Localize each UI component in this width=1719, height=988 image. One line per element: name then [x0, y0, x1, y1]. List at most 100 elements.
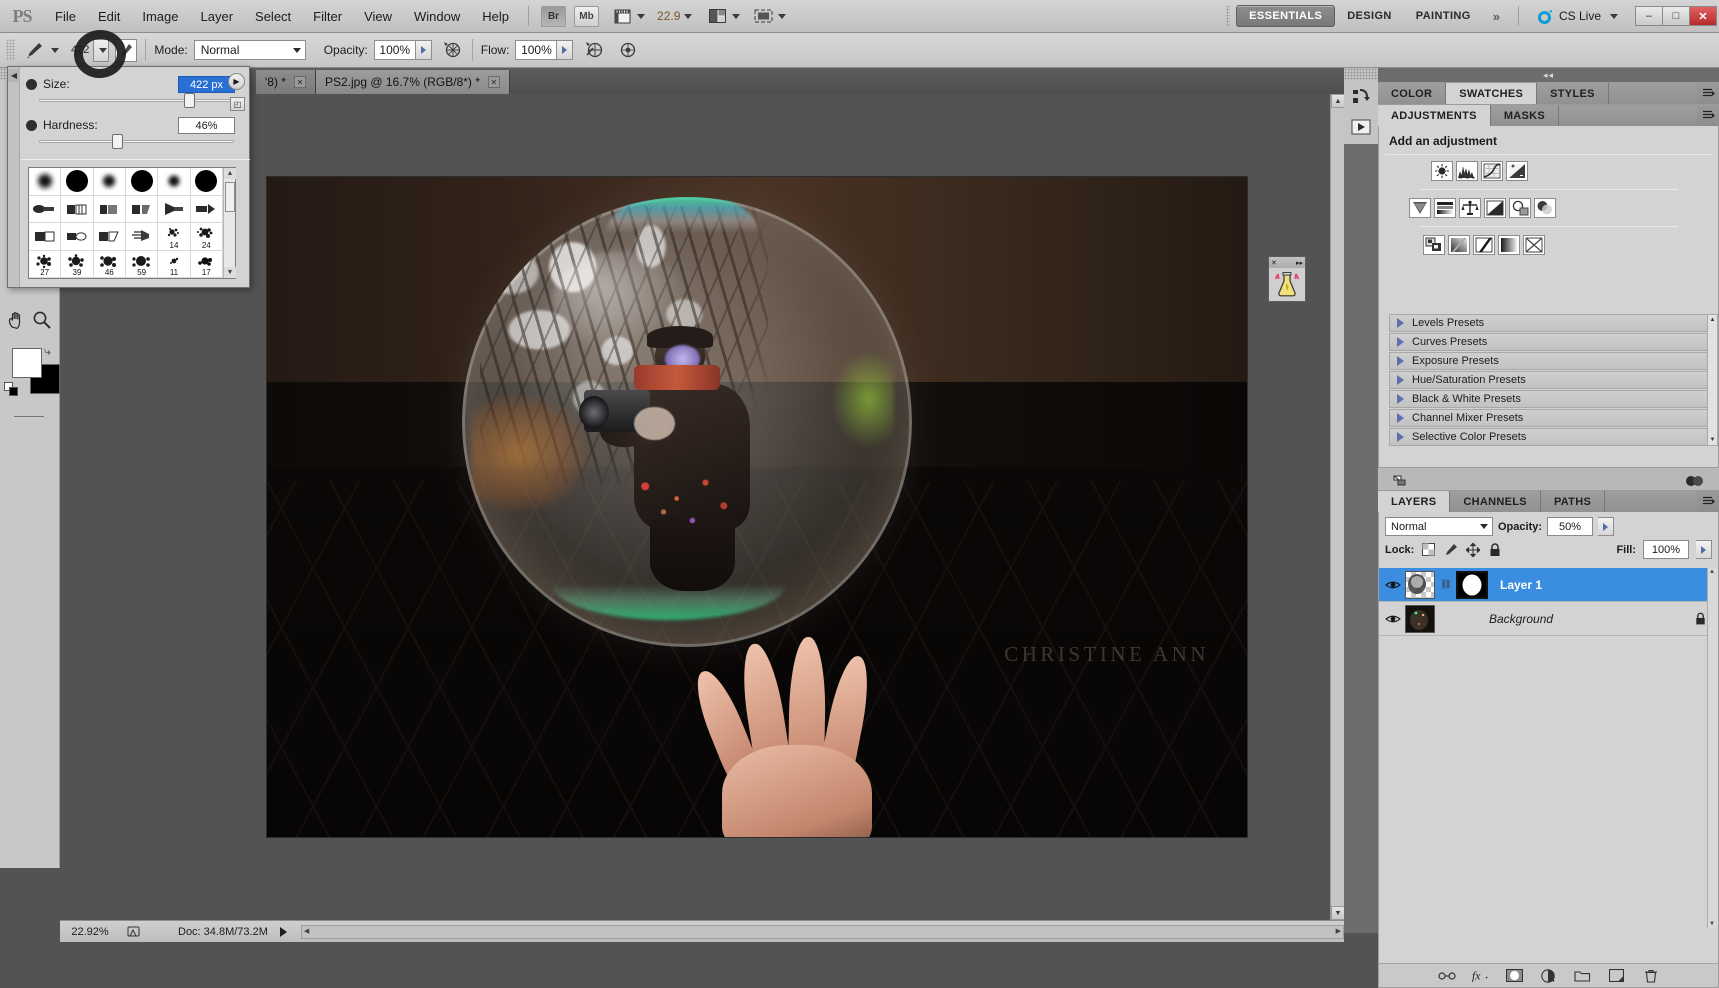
canvas-area[interactable]: CHRISTINE ANN ▲ ▼	[60, 94, 1344, 920]
document-image[interactable]: CHRISTINE ANN	[267, 177, 1247, 837]
cs-live-button[interactable]: CS Live	[1527, 8, 1628, 25]
brush-panel-collapse-icon[interactable]: ◀	[8, 69, 20, 82]
brush-preset-cell[interactable]: 14	[158, 223, 191, 251]
scroll-down-icon[interactable]: ▼	[1708, 435, 1717, 445]
panel-menu-icon[interactable]	[1697, 105, 1719, 126]
brightness-contrast-icon[interactable]	[1431, 161, 1453, 181]
layer-mask-link-icon[interactable]: ⛓	[1440, 579, 1451, 590]
window-close-button[interactable]: ✕	[1689, 6, 1717, 26]
menu-edit[interactable]: Edit	[87, 0, 131, 33]
brush-preset-cell[interactable]	[61, 168, 94, 196]
opacity-pressure-toggle-icon[interactable]	[440, 39, 464, 61]
tab-swatches[interactable]: SWATCHES	[1446, 83, 1538, 104]
table-row[interactable]: Background	[1379, 602, 1718, 636]
scroll-right-icon[interactable]: ▶	[1336, 927, 1341, 935]
brush-preset-cell[interactable]	[61, 195, 94, 223]
preview-icon[interactable]	[120, 925, 146, 938]
vibrance-icon[interactable]	[1409, 198, 1431, 218]
disclosure-triangle-icon[interactable]	[1397, 413, 1404, 423]
brush-preset-cell[interactable]: 17	[190, 250, 223, 278]
more-workspaces-icon[interactable]: »	[1483, 9, 1510, 24]
brush-panel-preset-manager-icon[interactable]: ◰	[230, 97, 245, 111]
curves-icon[interactable]	[1481, 161, 1503, 181]
preset-row-exposure[interactable]: Exposure Presets	[1389, 352, 1710, 370]
airbrush-mode-icon[interactable]	[615, 39, 639, 61]
scroll-left-icon[interactable]: ◀	[304, 927, 309, 935]
history-panel-icon[interactable]	[1344, 82, 1378, 112]
menu-window[interactable]: Window	[403, 0, 471, 33]
hand-tool-icon[interactable]	[5, 308, 29, 332]
brush-preset-grid[interactable]: 14 24 27 39 46 59 11 17	[29, 168, 223, 278]
view-extras-dropdown[interactable]	[611, 7, 646, 25]
options-bar-grip[interactable]	[6, 39, 15, 61]
brush-preset-cell[interactable]	[29, 223, 62, 251]
tab-color[interactable]: COLOR	[1378, 83, 1447, 104]
actions-panel-icon[interactable]	[1344, 112, 1378, 142]
gradient-map-icon[interactable]	[1498, 235, 1520, 255]
scroll-up-icon[interactable]: ▲	[1709, 569, 1715, 575]
expand-icon[interactable]: ▸▸	[1296, 259, 1303, 267]
brush-preset-cell[interactable]	[190, 168, 223, 196]
flow-pressure-toggle-icon[interactable]	[581, 39, 605, 61]
brush-preset-picker-button[interactable]	[93, 38, 110, 62]
brush-preset-cell[interactable]	[125, 195, 159, 223]
brush-preset-cell[interactable]	[158, 168, 191, 196]
brush-hardness-input[interactable]: 46%	[178, 117, 235, 134]
color-balance-icon[interactable]	[1459, 198, 1481, 218]
new-layer-icon[interactable]	[1608, 967, 1626, 985]
layer-fill-stepper[interactable]	[1696, 540, 1712, 559]
close-icon[interactable]: ✕	[293, 76, 306, 88]
panel-menu-icon[interactable]	[1697, 83, 1719, 104]
disclosure-triangle-icon[interactable]	[1397, 318, 1404, 328]
document-tab-active[interactable]: PS2.jpg @ 16.7% (RGB/8*) * ✕	[315, 70, 510, 94]
color-wheel-icon[interactable]	[1685, 475, 1705, 487]
layer-name[interactable]: Layer 1	[1500, 578, 1542, 592]
brush-panel-menu-icon[interactable]: ▶	[228, 73, 245, 90]
table-row[interactable]: ⛓ Layer 1	[1379, 568, 1718, 602]
brush-hardness-slider-track[interactable]	[39, 140, 234, 143]
selective-color-icon[interactable]	[1523, 235, 1545, 255]
menu-help[interactable]: Help	[471, 0, 520, 33]
status-options-icon[interactable]	[279, 926, 287, 937]
brush-preset-cell[interactable]: 27	[29, 250, 62, 278]
disclosure-triangle-icon[interactable]	[1397, 375, 1404, 385]
dock-collapse-button[interactable]: ◂◂	[1378, 68, 1719, 82]
menu-filter[interactable]: Filter	[302, 0, 353, 33]
tab-paths[interactable]: PATHS	[1540, 491, 1606, 512]
brush-preset-cell[interactable]	[158, 195, 191, 223]
floating-mini-window[interactable]: ✕ ▸▸	[1268, 256, 1306, 302]
workspace-grip[interactable]	[1226, 5, 1231, 27]
disclosure-triangle-icon[interactable]	[1397, 337, 1404, 347]
scroll-up-icon[interactable]: ▲	[224, 168, 236, 179]
opacity-stepper[interactable]	[415, 40, 432, 60]
new-group-icon[interactable]	[1574, 967, 1592, 985]
status-zoom-value[interactable]: 22.92%	[60, 926, 120, 938]
layer-style-icon[interactable]: fx	[1472, 967, 1490, 985]
preset-row-black-white[interactable]: Black & White Presets	[1389, 390, 1710, 408]
toggle-brush-panel-button[interactable]	[115, 38, 138, 62]
brush-preset-cell[interactable]: 39	[61, 250, 94, 278]
flask-icon[interactable]	[1269, 268, 1305, 302]
scroll-down-icon[interactable]: ▼	[224, 267, 236, 278]
canvas-horizontal-scrollbar[interactable]: ◀ ▶	[300, 924, 1344, 939]
mini-window-titlebar[interactable]: ✕ ▸▸	[1269, 257, 1305, 268]
invert-icon[interactable]	[1423, 235, 1445, 255]
swap-colors-icon[interactable]: ⤷	[44, 344, 51, 359]
brush-preset-cell[interactable]	[29, 195, 62, 223]
window-restore-button[interactable]: □	[1662, 6, 1690, 26]
window-minimize-button[interactable]: –	[1635, 6, 1663, 26]
flow-input[interactable]: 100%	[515, 40, 558, 60]
brush-preset-cell[interactable]	[93, 168, 126, 196]
layer-opacity-stepper[interactable]	[1598, 517, 1615, 536]
zoom-level-dropdown[interactable]: 22.9	[645, 9, 693, 23]
flow-stepper[interactable]	[557, 40, 574, 60]
scrollbar-thumb[interactable]	[225, 182, 235, 212]
presets-scrollbar[interactable]: ▲ ▼	[1707, 314, 1718, 446]
tab-layers[interactable]: LAYERS	[1378, 491, 1451, 512]
scroll-up-icon[interactable]: ▲	[1331, 94, 1344, 108]
tab-styles[interactable]: STYLES	[1537, 83, 1609, 104]
expand-panel-icon[interactable]	[1392, 474, 1408, 488]
menu-view[interactable]: View	[353, 0, 403, 33]
levels-icon[interactable]	[1456, 161, 1478, 181]
preset-row-curves[interactable]: Curves Presets	[1389, 333, 1710, 351]
